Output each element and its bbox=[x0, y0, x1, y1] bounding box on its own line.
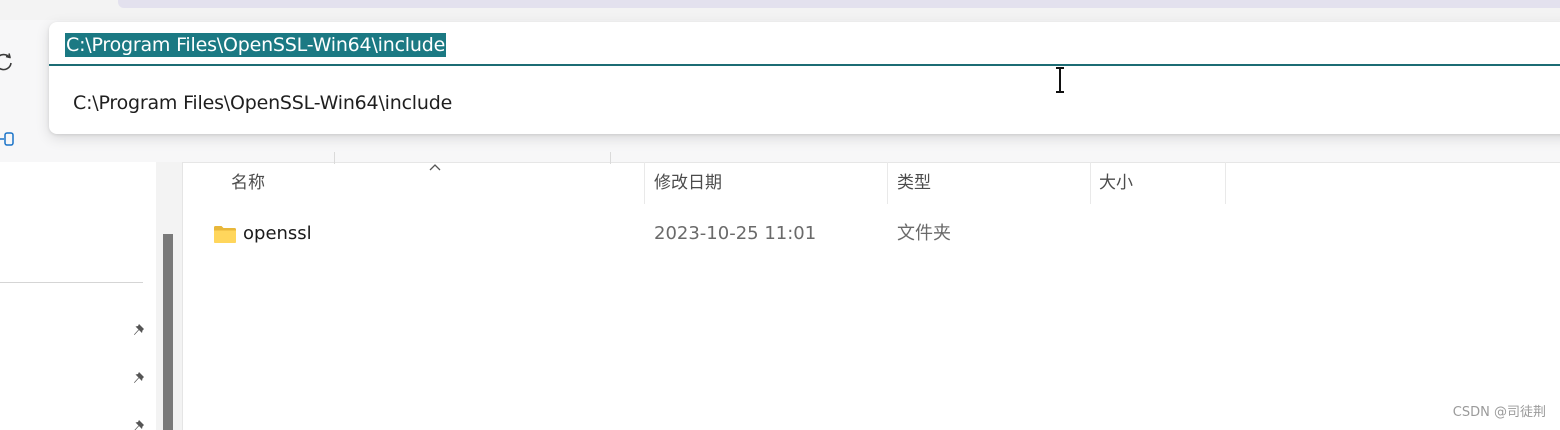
nav-divider bbox=[0, 282, 143, 283]
address-input[interactable]: C:\Program Files\OpenSSL-Win64\include bbox=[49, 22, 1560, 66]
tab-strip bbox=[0, 0, 1560, 20]
pin-icon[interactable] bbox=[132, 418, 150, 430]
file-type: 文件夹 bbox=[897, 223, 951, 244]
pin-icon[interactable] bbox=[132, 370, 150, 388]
address-suggestion-text: C:\Program Files\OpenSSL-Win64\include bbox=[73, 92, 453, 114]
refresh-icon[interactable] bbox=[0, 50, 16, 74]
address-dropdown: C:\Program Files\OpenSSL-Win64\include C… bbox=[49, 22, 1560, 134]
column-header-date-modified[interactable]: 修改日期 bbox=[654, 172, 722, 194]
column-separator[interactable] bbox=[1090, 162, 1091, 204]
navigation-scrollbar-thumb[interactable] bbox=[163, 234, 173, 430]
active-tab[interactable] bbox=[118, 0, 1560, 8]
column-header-type[interactable]: 类型 bbox=[897, 172, 931, 194]
file-list: 名称 修改日期 类型 大小 openssl 2023-10-25 11:01 文… bbox=[184, 162, 1560, 430]
address-suggestion-item[interactable]: C:\Program Files\OpenSSL-Win64\include bbox=[49, 82, 1560, 126]
column-header-size[interactable]: 大小 bbox=[1099, 172, 1133, 194]
folder-icon bbox=[214, 226, 236, 243]
file-modified-date: 2023-10-25 11:01 bbox=[654, 223, 817, 244]
sidebar-toggle-icon[interactable] bbox=[0, 128, 18, 152]
navigation-pane bbox=[0, 162, 156, 430]
pin-icon[interactable] bbox=[132, 322, 150, 340]
column-separator[interactable] bbox=[887, 162, 888, 204]
address-input-selected-text[interactable]: C:\Program Files\OpenSSL-Win64\include bbox=[65, 33, 447, 57]
sort-ascending-icon bbox=[429, 164, 441, 171]
watermark: CSDN @司徒荆 bbox=[1452, 405, 1546, 420]
column-header-name[interactable]: 名称 bbox=[231, 172, 265, 194]
column-separator[interactable] bbox=[1225, 162, 1226, 204]
file-explorer-window: C:\Program Files\OpenSSL-Win64\include C… bbox=[0, 0, 1560, 430]
file-name[interactable]: openssl bbox=[243, 222, 312, 246]
column-separator[interactable] bbox=[644, 162, 645, 204]
